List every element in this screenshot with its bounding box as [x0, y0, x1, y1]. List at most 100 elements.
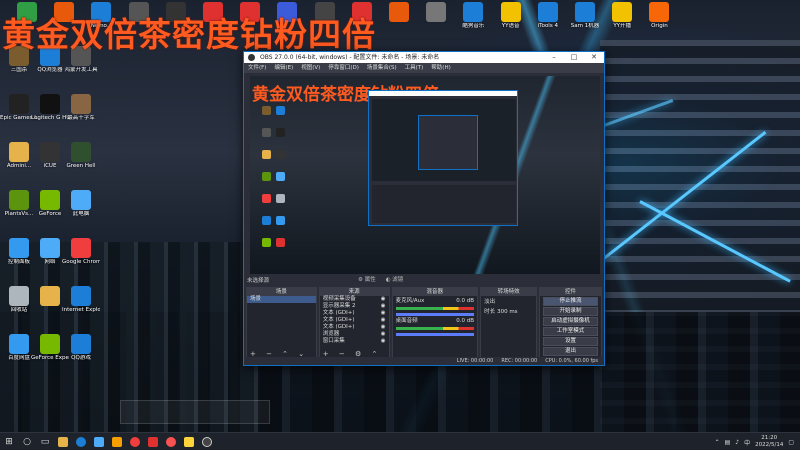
transition-type-select[interactable]: 淡出 [481, 299, 536, 306]
obs-preview[interactable]: 黄金双倍茶密度钻粉四倍 [250, 76, 600, 274]
volume-slider[interactable] [395, 333, 475, 336]
start-button[interactable]: ⊞ [0, 433, 18, 450]
obs-menu-item[interactable]: 工具(T) [405, 63, 424, 73]
ie-icon[interactable]: Internet Explorer [62, 286, 100, 314]
obs-logo-icon [248, 54, 255, 61]
top-app-11-glyph-icon [389, 2, 409, 22]
sources-list: 视频采集设备 ◉ 显示器采集 2 ◉ 文本 (GDI+) ◉ 文本 (GDI+) ◉ 文本 (G… [320, 296, 389, 345]
chrome-icon[interactable]: Google Chrome [62, 238, 100, 266]
source-item-label: 文本 (GDI+) [322, 324, 355, 330]
origin-glyph-icon [649, 2, 670, 22]
task-view-icon[interactable]: ▭ [36, 433, 54, 450]
control-panel-glyph-icon [9, 238, 29, 258]
taskbar-app-7[interactable] [162, 433, 180, 450]
mixer-track-header: 麦克风/Aux 0.0 dB [393, 298, 478, 305]
scene-item[interactable]: 场景 [247, 296, 316, 303]
kugou-icon[interactable]: 酷狗音乐 [454, 2, 492, 30]
desktop-icon-label: iTools 4 [537, 23, 558, 29]
top-app-11[interactable] [380, 2, 418, 23]
taskbar-chrome[interactable] [126, 433, 144, 450]
visibility-eye-icon[interactable]: ◉ [381, 338, 386, 345]
taskbar-file-explorer[interactable] [54, 433, 72, 450]
transition-duration-field[interactable]: 时长 300 ms [481, 309, 536, 316]
mixer-dock: 混音器 麦克风/Aux 0.0 dB 桌面音频 0.0 dB [391, 287, 479, 359]
source-item[interactable]: 窗口采集 ◉ [320, 338, 389, 345]
desktop-icon-label: 最高十字军 [67, 115, 95, 121]
source-item[interactable]: 视频采集设备 ◉ [320, 296, 389, 303]
sam-icon[interactable]: Sam 1机器 [566, 2, 604, 30]
visibility-eye-icon[interactable]: ◉ [381, 317, 386, 324]
taskbar-app-3[interactable] [90, 433, 108, 450]
tray-up-arrow-icon[interactable]: ⌃ [715, 439, 720, 446]
desktop-icon-label: Internet Explorer [62, 307, 100, 313]
obs-menu-item[interactable]: 视图(V) [301, 63, 320, 73]
minimize-icon[interactable]: – [544, 52, 564, 63]
control-button[interactable]: 启动虚拟摄像机 [543, 317, 598, 326]
control-button[interactable]: 停止推流 [543, 297, 598, 306]
mixer-tracks: 麦克风/Aux 0.0 dB 桌面音频 0.0 dB [393, 298, 478, 336]
tray-network-icon[interactable]: ▤ [725, 439, 731, 446]
obs-docks: 场景 场景 + − ⌃ ⌄ 来源 视频采集设备 ◉ 显示器采集 2 ◉ 文本 (GDI+… [244, 287, 604, 366]
kugou-glyph-icon [463, 2, 484, 22]
obs-window[interactable]: OBS 27.0.0 (64-bit, windows) - 配置文件: 未命名… [243, 51, 605, 366]
close-icon[interactable]: ✕ [584, 52, 604, 63]
obs-window-title: OBS 27.0.0 (64-bit, windows) - 配置文件: 未命名… [260, 54, 440, 61]
control-button[interactable]: 开始录制 [543, 307, 598, 316]
visibility-eye-icon[interactable]: ◉ [381, 324, 386, 331]
obs-menu-item[interactable]: 帮助(H) [431, 63, 450, 73]
source-item[interactable]: 文本 (GDI+) ◉ [320, 317, 389, 324]
controls-dock-header: 控件 [540, 288, 601, 296]
qq-game-icon[interactable]: QQ游戏 [62, 334, 100, 362]
source-item-label: 显示器采集 2 [322, 303, 356, 309]
visibility-eye-icon[interactable]: ◉ [381, 303, 386, 310]
tray-volume-icon[interactable]: ♪ [735, 439, 739, 446]
taskbar-edge[interactable] [72, 433, 90, 450]
obs-source-toolbar: ⚙ 属性 ◐ 滤镜 [244, 275, 604, 286]
yy-voice-icon[interactable]: YY语音 [492, 2, 530, 30]
control-button[interactable]: 工作室模式 [543, 327, 598, 336]
taskbar-app-6[interactable] [144, 433, 162, 450]
transitions-dock: 转场特效 淡出 时长 300 ms [480, 287, 538, 359]
taskbar-app-8[interactable] [180, 433, 198, 450]
maximize-icon[interactable]: □ [564, 52, 584, 63]
yy-live-icon[interactable]: YY开播 [603, 2, 641, 30]
notification-icon[interactable]: ▢ [788, 439, 794, 446]
visibility-eye-icon[interactable]: ◉ [381, 310, 386, 317]
obs-menu-item[interactable]: 场景集合(S) [367, 63, 397, 73]
desktop-icon-label: Google Chrome [62, 259, 100, 265]
game-icon-a[interactable]: 最高十字军 [62, 94, 100, 122]
top-app-12[interactable] [417, 2, 455, 23]
this-pc-icon[interactable]: 此电脑 [62, 190, 100, 218]
source-item[interactable]: 显示器采集 2 ◉ [320, 303, 389, 310]
volume-slider[interactable] [395, 313, 475, 316]
obs-titlebar[interactable]: OBS 27.0.0 (64-bit, windows) - 配置文件: 未命名… [244, 52, 604, 63]
properties-button[interactable]: ⚙ 属性 [358, 275, 376, 286]
duration-label: 时长 [484, 309, 496, 315]
origin-icon[interactable]: Origin [640, 2, 678, 30]
filters-button[interactable]: ◐ 滤镜 [386, 275, 404, 286]
taskbar-clock[interactable]: 21:20 2022/5/14 [755, 435, 783, 449]
control-button[interactable]: 设置 [543, 337, 598, 346]
search-icon[interactable]: ○ [18, 433, 36, 450]
duration-value: 300 ms [497, 309, 518, 315]
obs-menu-item[interactable]: 编辑(E) [274, 63, 293, 73]
itools-icon[interactable]: iTools 4 [529, 2, 567, 30]
green-hell-icon[interactable]: Green Hell [62, 142, 100, 170]
visibility-eye-icon[interactable]: ◉ [381, 331, 386, 338]
taskbar-obs[interactable] [198, 433, 216, 450]
control-button[interactable]: 退出 [543, 347, 598, 356]
ie-glyph-icon [71, 286, 91, 306]
source-item[interactable]: 浏览器 ◉ [320, 331, 389, 338]
tray-language[interactable]: 中 [744, 438, 750, 447]
taskbar-app-4[interactable] [108, 433, 126, 450]
source-item-label: 文本 (GDI+) [322, 317, 355, 323]
obs-menu-item[interactable]: 文件(F) [248, 63, 266, 73]
mixer-track-header: 桌面音频 0.0 dB [393, 318, 478, 325]
sources-dock: 来源 视频采集设备 ◉ 显示器采集 2 ◉ 文本 (GDI+) ◉ 文本 (GDI+) ◉ 文本… [318, 287, 390, 366]
obs-menu-item[interactable]: 停靠窗口(D) [328, 63, 359, 73]
cpu-status: CPU: 0.0%, 60.00 fps [545, 358, 598, 364]
source-item[interactable]: 文本 (GDI+) ◉ [320, 310, 389, 317]
source-item[interactable]: 文本 (GDI+) ◉ [320, 324, 389, 331]
visibility-eye-icon[interactable]: ◉ [381, 296, 386, 303]
network-glyph-icon [40, 238, 60, 258]
